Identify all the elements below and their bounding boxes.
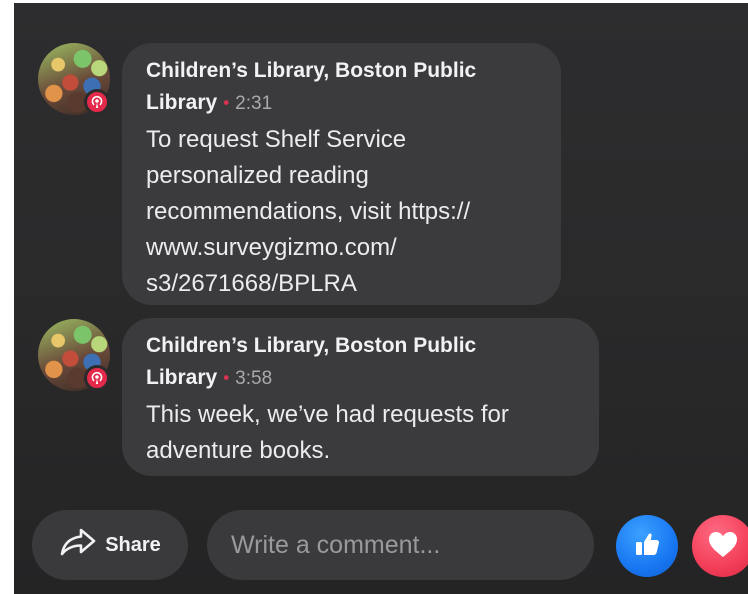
share-button[interactable]: Share	[32, 510, 188, 580]
comment-text-line[interactable]: www.surveygizmo.com/	[146, 230, 537, 266]
commenter-avatar[interactable]	[38, 319, 110, 391]
comment-input[interactable]: Write a comment...	[207, 510, 594, 580]
live-dot: •	[223, 93, 230, 112]
love-reaction-button[interactable]	[692, 515, 748, 577]
author-name-line2[interactable]: Library	[146, 91, 217, 114]
live-dot: •	[223, 368, 230, 387]
comment-text-line: adventure books.	[146, 437, 331, 464]
comment-text-line: This week, we’ve had requests for	[146, 401, 509, 428]
comment-text-line: personalized reading	[146, 162, 369, 189]
comment-text: This week, we’ve had requests for advent…	[146, 397, 575, 469]
author-name-line2[interactable]: Library	[146, 366, 217, 389]
comment-bubble: Children’s Library, Boston Public Librar…	[122, 43, 561, 305]
comment-bubble: Children’s Library, Boston Public Librar…	[122, 318, 599, 476]
comment-timestamp: 2:31	[235, 93, 273, 114]
broadcast-icon	[84, 365, 110, 391]
live-comments-panel: Children’s Library, Boston Public Librar…	[14, 3, 748, 594]
comment-text-line: To request Shelf Service	[146, 126, 407, 153]
comment-text-line[interactable]: s3/2671668/BPLRA	[146, 266, 537, 302]
author-name-line1[interactable]: Children’s Library, Boston Public	[146, 334, 476, 357]
comment-author[interactable]: Children’s Library, Boston Public Librar…	[146, 55, 537, 120]
heart-icon	[706, 529, 740, 564]
comment-author[interactable]: Children’s Library, Boston Public Librar…	[146, 330, 575, 395]
comment-text: To request Shelf Service personalized re…	[146, 122, 537, 302]
share-label: Share	[105, 533, 161, 556]
comment-timestamp: 3:58	[235, 368, 273, 389]
author-name-line1[interactable]: Children’s Library, Boston Public	[146, 59, 476, 82]
commenter-avatar[interactable]	[38, 43, 110, 115]
comment-text-line[interactable]: recommendations, visit https://	[146, 194, 537, 230]
screen: Children’s Library, Boston Public Librar…	[0, 0, 748, 594]
like-reaction-button[interactable]	[616, 515, 678, 577]
share-arrow-icon	[59, 527, 97, 563]
broadcast-icon	[84, 89, 110, 115]
comment-placeholder: Write a comment...	[231, 530, 441, 559]
thumbs-up-icon	[631, 528, 663, 565]
